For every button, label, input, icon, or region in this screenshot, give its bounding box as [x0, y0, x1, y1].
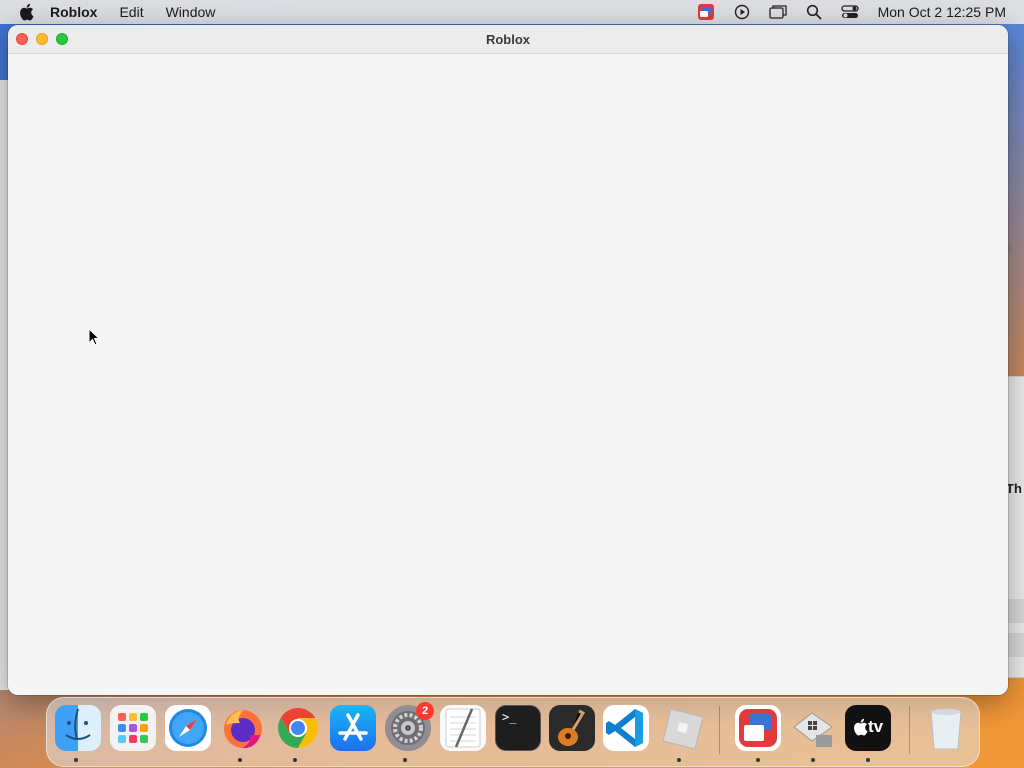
notification-badge: 2: [416, 702, 434, 720]
menu-edit[interactable]: Edit: [119, 4, 143, 20]
zoom-button[interactable]: [56, 33, 68, 45]
running-indicator: [238, 758, 242, 762]
apple-tv-icon[interactable]: tv: [845, 705, 891, 751]
window-titlebar[interactable]: Roblox: [8, 25, 1008, 54]
running-indicator: [403, 758, 407, 762]
running-indicator: [866, 758, 870, 762]
background-dialog-text: Th: [1006, 481, 1022, 496]
garageband-icon[interactable]: [549, 705, 595, 751]
running-indicator: [74, 758, 78, 762]
menu-bar-status-area: Mon Oct 2 12:25 PM: [696, 0, 1006, 24]
screen-share-icon[interactable]: [696, 3, 716, 21]
window-content[interactable]: [8, 54, 1008, 695]
menu-app-name[interactable]: Roblox: [50, 4, 97, 20]
close-button[interactable]: [16, 33, 28, 45]
vscode-icon[interactable]: [603, 705, 649, 751]
minimize-button[interactable]: [36, 33, 48, 45]
terminal-prompt-glyph: >_: [502, 710, 517, 724]
menu-bar-clock[interactable]: Mon Oct 2 12:25 PM: [878, 4, 1006, 20]
apple-tv-label: tv: [868, 717, 884, 736]
boot-camp-assistant-icon[interactable]: [790, 705, 836, 751]
mouse-pointer-icon: [88, 328, 100, 346]
dock-separator: [719, 706, 720, 754]
dock-separator: [909, 706, 910, 754]
menu-window[interactable]: Window: [166, 4, 216, 20]
screen-sharing-app-icon[interactable]: [735, 705, 781, 751]
finder-icon[interactable]: [55, 705, 101, 751]
running-indicator: [677, 758, 681, 762]
roblox-window: Roblox: [8, 25, 1008, 695]
roblox-icon[interactable]: [657, 705, 707, 751]
trash-icon[interactable]: [923, 705, 969, 751]
window-switcher-icon[interactable]: [768, 3, 788, 21]
safari-icon[interactable]: [165, 705, 211, 751]
apple-menu-icon[interactable]: [18, 3, 36, 21]
window-title: Roblox: [485, 31, 531, 47]
dock: >_ tv: [46, 697, 980, 767]
spotlight-search-icon[interactable]: [804, 3, 824, 21]
app-store-icon[interactable]: [330, 705, 376, 751]
play-circle-icon[interactable]: [732, 3, 752, 21]
running-indicator: [811, 758, 815, 762]
control-center-icon[interactable]: [840, 3, 860, 21]
firefox-icon[interactable]: [220, 705, 266, 751]
running-indicator: [293, 758, 297, 762]
launchpad-icon[interactable]: [110, 705, 156, 751]
running-indicator: [756, 758, 760, 762]
terminal-icon[interactable]: >_: [495, 705, 541, 751]
menu-bar: Roblox Edit Window Mon Oct 2 12:25 PM: [0, 0, 1024, 24]
textedit-icon[interactable]: [440, 705, 486, 751]
chrome-icon[interactable]: [275, 705, 321, 751]
